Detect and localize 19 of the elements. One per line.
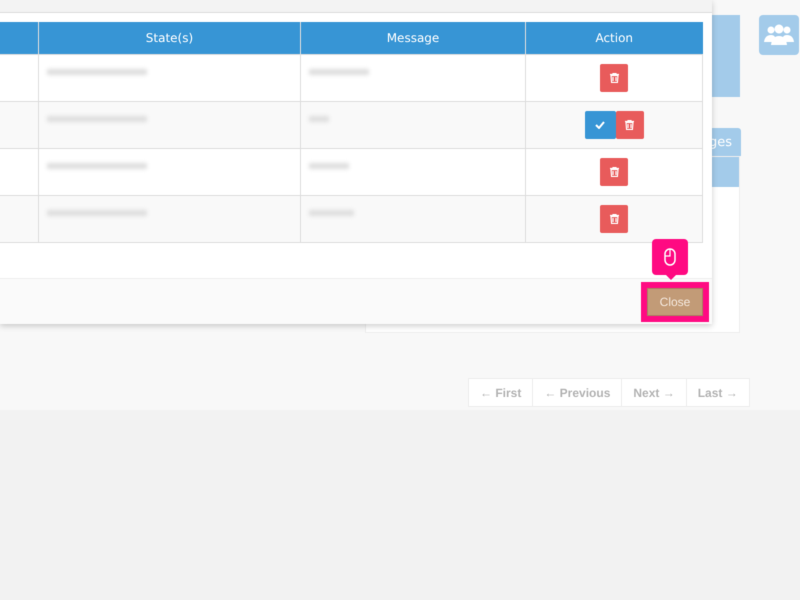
trash-icon <box>610 214 618 224</box>
delete-button[interactable] <box>616 111 644 139</box>
delete-button[interactable] <box>600 205 628 233</box>
users-icon <box>764 24 794 46</box>
column-header: Action <box>526 22 702 54</box>
delete-button[interactable] <box>600 64 628 92</box>
trash-icon <box>625 120 634 130</box>
check-icon <box>595 121 605 129</box>
mouse-icon <box>664 248 676 266</box>
close-button[interactable]: Close <box>647 288 703 316</box>
blurred-text <box>309 69 369 75</box>
trash-icon <box>610 73 618 83</box>
column-header <box>0 22 38 54</box>
column-header: State(s) <box>38 22 300 54</box>
trash-icon <box>610 167 618 177</box>
delete-button[interactable] <box>600 158 628 186</box>
approve-button[interactable] <box>584 111 616 139</box>
blurred-text <box>309 163 349 169</box>
column-header: Message <box>300 22 526 54</box>
